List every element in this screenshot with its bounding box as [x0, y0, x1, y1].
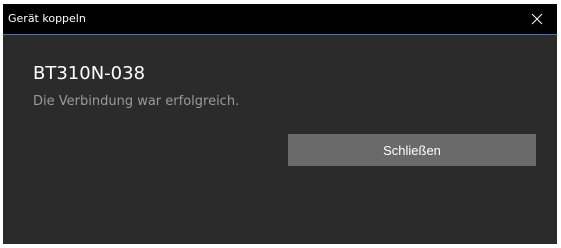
connection-status: Die Verbindung war erfolgreich. — [33, 94, 240, 109]
close-button[interactable]: Schließen — [288, 134, 536, 166]
window-title: Gerät koppeln — [8, 12, 86, 25]
window-close-button[interactable] — [517, 4, 557, 34]
close-icon — [531, 13, 543, 25]
pairing-dialog: Gerät koppeln BT310N-038 Die Verbindung … — [3, 4, 557, 244]
title-bar: Gerät koppeln — [3, 4, 557, 35]
device-name: BT310N-038 — [33, 63, 146, 84]
